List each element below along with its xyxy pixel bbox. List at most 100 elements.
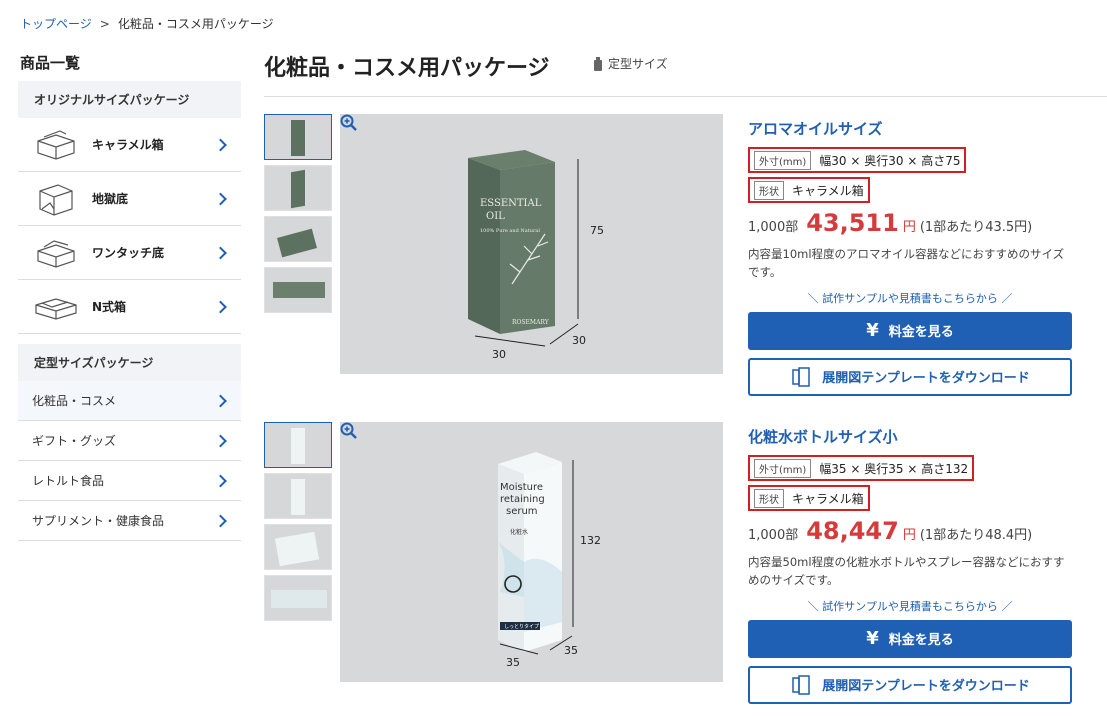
box-text: 化粧水: [510, 528, 528, 536]
download-template-button[interactable]: 展開図テンプレートをダウンロード: [748, 665, 1072, 704]
chevron-right-icon: [214, 300, 227, 313]
price-unit: 円: [902, 528, 916, 543]
box-text: serum: [506, 506, 538, 517]
spec-value: キャラメル箱: [792, 491, 864, 506]
sidebar-link-cosmetics[interactable]: 化粧品・コスメ: [18, 381, 241, 421]
product-description: 内容量10ml程度のアロマオイル容器などにおすすめのサイズです。: [748, 247, 1065, 280]
zoom-in-icon[interactable]: [340, 422, 358, 440]
box-text: しっとりタイプ: [504, 623, 539, 630]
product-info: アロマオイルサイズ 外寸(mm) 幅30 × 奥行30 × 高さ75 形状 キャ…: [748, 114, 1072, 396]
box-text: retaining: [500, 494, 545, 505]
chevron-right-icon: [214, 138, 227, 151]
dim-height: 75: [590, 224, 604, 237]
n-type-box-icon: [35, 297, 77, 320]
thumbnail[interactable]: [264, 216, 332, 262]
product-image[interactable]: Moisture retaining serum 化粧水 しっとりタイプ 132…: [340, 422, 723, 682]
quantity: 1,000部: [748, 220, 799, 235]
sidebar-link-label: 化粧品・コスメ: [32, 394, 117, 408]
unit-price: (1部あたり48.4円): [919, 528, 1033, 543]
view-price-button[interactable]: ¥ 料金を見る: [748, 619, 1072, 658]
sidebar-link-supplement[interactable]: サプリメント・健康食品: [18, 501, 241, 541]
sidebar-item-jigoku[interactable]: 地獄底: [18, 172, 241, 226]
sample-link[interactable]: ＼ 試作サンプルや見積書もこちらから ／: [748, 290, 1072, 306]
template-icon: [792, 675, 810, 695]
breadcrumb-current: 化粧品・コスメ用パッケージ: [117, 17, 274, 31]
sidebar-item-label: ワンタッチ底: [92, 246, 165, 260]
page-title: 化粧品・コスメ用パッケージ: [264, 56, 550, 81]
breadcrumb-home-link[interactable]: トップページ: [20, 15, 92, 32]
template-icon: [792, 367, 810, 387]
product-name[interactable]: アロマオイルサイズ: [748, 118, 1072, 139]
price-line: 1,000部 48,447 円 (1部あたり48.4円): [748, 517, 1072, 545]
button-label: 料金を見る: [888, 633, 954, 649]
product-description: 内容量50ml程度の化粧水ボトルやスプレー容器などにおすすめのサイズです。: [748, 555, 1065, 588]
product-card: Moisture retaining serum 化粧水 しっとりタイプ 132…: [264, 422, 1107, 704]
sidebar-link-label: レトルト食品: [32, 474, 105, 488]
sidebar-link-gift[interactable]: ギフト・グッズ: [18, 421, 241, 461]
dim-height: 132: [580, 534, 601, 547]
shape-spec: 形状 キャラメル箱: [748, 485, 870, 511]
chevron-right-icon: [214, 192, 227, 205]
sidebar-link-retort[interactable]: レトルト食品: [18, 461, 241, 501]
jigoku-bottom-box-icon: [39, 183, 73, 216]
caramel-box-icon: [37, 129, 75, 160]
box-text: OIL: [486, 211, 505, 222]
price: 48,447: [806, 517, 899, 545]
product-name[interactable]: 化粧水ボトルサイズ小: [748, 426, 1072, 447]
dim-depth: 35: [564, 644, 578, 657]
chevron-right-icon: [214, 246, 227, 259]
zoom-in-icon[interactable]: [340, 114, 358, 132]
view-price-button[interactable]: ¥ 料金を見る: [748, 311, 1072, 350]
thumbnail[interactable]: [264, 575, 332, 621]
dim-width: 30: [492, 348, 506, 361]
sidebar-section-original: オリジナルサイズパッケージ: [18, 81, 241, 118]
price-line: 1,000部 43,511 円 (1部あたり43.5円): [748, 209, 1072, 237]
thumbnail[interactable]: [264, 422, 332, 468]
sidebar-section-standard: 定型サイズパッケージ: [18, 344, 241, 381]
spec-value: 幅35 × 奥行35 × 高さ132: [819, 461, 969, 476]
spec-value: 幅30 × 奥行30 × 高さ75: [819, 153, 961, 168]
thumbnail[interactable]: [264, 165, 332, 211]
button-label: 展開図テンプレートをダウンロード: [822, 371, 1030, 387]
thumbnail-list: [264, 114, 334, 318]
thumbnail[interactable]: [264, 524, 332, 570]
sidebar-item-label: キャラメル箱: [92, 138, 164, 152]
yen-icon: ¥: [866, 320, 879, 342]
thumbnail[interactable]: [264, 114, 332, 160]
product-box-illustration: ESSENTIAL OIL 100% Pure and Natural ROSE…: [468, 150, 604, 361]
thumbnail-list: [264, 422, 334, 626]
download-template-button[interactable]: 展開図テンプレートをダウンロード: [748, 357, 1072, 396]
sidebar-item-n-type[interactable]: N式箱: [18, 280, 241, 334]
chevron-right-icon: [214, 434, 227, 447]
product-info: 化粧水ボトルサイズ小 外寸(mm) 幅35 × 奥行35 × 高さ132 形状 …: [748, 422, 1072, 704]
dimension-spec: 外寸(mm) 幅30 × 奥行30 × 高さ75: [748, 147, 967, 173]
shape-spec: 形状 キャラメル箱: [748, 177, 870, 203]
sample-link[interactable]: ＼ 試作サンプルや見積書もこちらから ／: [748, 598, 1072, 614]
sidebar-link-label: サプリメント・健康食品: [32, 514, 165, 528]
chevron-right-icon: [214, 514, 227, 527]
sidebar-item-caramel[interactable]: キャラメル箱: [18, 118, 241, 172]
thumbnail[interactable]: [264, 267, 332, 313]
product-card: ESSENTIAL OIL 100% Pure and Natural ROSE…: [264, 114, 1107, 396]
spec-value: キャラメル箱: [792, 183, 864, 198]
button-label: 展開図テンプレートをダウンロード: [822, 679, 1030, 695]
box-text: 100% Pure and Natural: [480, 228, 540, 234]
thumbnail[interactable]: [264, 473, 332, 519]
sidebar-item-one-touch[interactable]: ワンタッチ底: [18, 226, 241, 280]
one-touch-box-icon: [37, 239, 75, 268]
unit-price: (1部あたり43.5円): [919, 220, 1033, 235]
price-unit: 円: [902, 220, 916, 235]
box-text: Moisture: [500, 482, 543, 493]
dim-depth: 30: [572, 334, 586, 347]
box-text: ROSEMARY: [512, 319, 550, 326]
product-box-illustration: Moisture retaining serum 化粧水 しっとりタイプ 132…: [498, 452, 601, 669]
button-label: 料金を見る: [888, 325, 954, 341]
size-tag: 定型サイズ: [592, 55, 668, 72]
size-tag-label: 定型サイズ: [608, 57, 668, 71]
spec-label: 形状: [754, 488, 784, 508]
price: 43,511: [806, 209, 899, 237]
chevron-right-icon: [214, 394, 227, 407]
quantity: 1,000部: [748, 528, 799, 543]
product-image[interactable]: ESSENTIAL OIL 100% Pure and Natural ROSE…: [340, 114, 723, 374]
sidebar: 商品一覧 オリジナルサイズパッケージ キャラメル箱 地獄底 ワンタッチ底 N式箱…: [18, 50, 241, 541]
